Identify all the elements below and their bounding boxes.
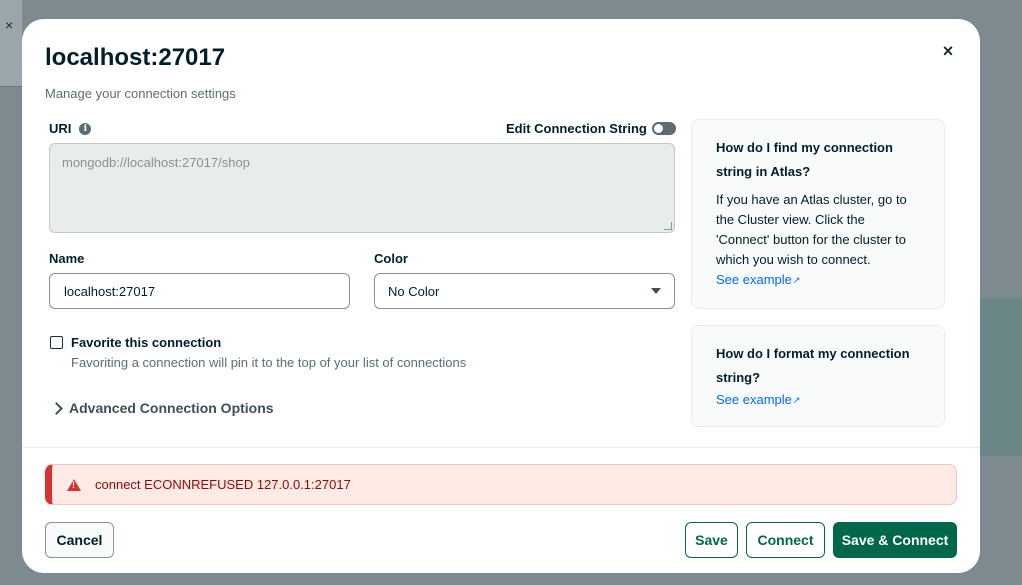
favorite-description: Favoriting a connection will pin it to t… bbox=[71, 355, 467, 370]
name-label: Name bbox=[49, 251, 85, 266]
help-card-format: How do I format my connection string? Se… bbox=[691, 325, 945, 427]
background-app-panel-right bbox=[980, 298, 1022, 456]
modal-subtitle: Manage your connection settings bbox=[45, 86, 236, 101]
see-example-label: See example bbox=[716, 272, 792, 287]
error-banner: connect ECONNREFUSED 127.0.0.1:27017 bbox=[45, 464, 957, 505]
connection-modal: × localhost:27017 Manage your connection… bbox=[22, 19, 980, 573]
favorite-label[interactable]: Favorite this connection bbox=[71, 335, 221, 350]
favorite-checkbox[interactable] bbox=[50, 336, 63, 349]
cancel-button[interactable]: Cancel bbox=[45, 522, 114, 558]
advanced-options-toggle[interactable]: Advanced Connection Options bbox=[50, 400, 274, 416]
uri-label-row: URI i bbox=[49, 121, 92, 136]
advanced-options-label: Advanced Connection Options bbox=[69, 400, 274, 416]
edit-connection-string-toggle-row: Edit Connection String bbox=[506, 121, 676, 136]
color-label: Color bbox=[374, 251, 408, 266]
uri-label: URI bbox=[49, 121, 72, 136]
resize-grip-icon[interactable] bbox=[664, 222, 672, 230]
external-link-icon: ↗ bbox=[792, 395, 801, 405]
info-icon[interactable]: i bbox=[79, 122, 92, 135]
chevron-right-icon bbox=[50, 401, 63, 415]
color-select[interactable]: No Color bbox=[374, 273, 675, 309]
chevron-down-icon bbox=[651, 288, 661, 294]
connect-button[interactable]: Connect bbox=[746, 522, 825, 558]
save-button[interactable]: Save bbox=[685, 522, 738, 558]
external-link-icon: ↗ bbox=[792, 275, 801, 285]
help-card-title: How do I find my connection string in At… bbox=[716, 140, 893, 179]
color-select-value: No Color bbox=[388, 283, 440, 299]
see-example-link[interactable]: See example ↗ bbox=[716, 390, 800, 410]
background-app-panel: × bbox=[0, 0, 22, 87]
modal-title: localhost:27017 bbox=[45, 44, 226, 71]
footer-divider bbox=[22, 447, 980, 448]
see-example-link[interactable]: See example ↗ bbox=[716, 270, 800, 290]
help-card-title: How do I format my connection string? bbox=[716, 346, 910, 385]
uri-textarea[interactable]: mongodb://localhost:27017/shop bbox=[49, 143, 675, 233]
see-example-label: See example bbox=[716, 392, 792, 407]
save-and-connect-button[interactable]: Save & Connect bbox=[833, 522, 957, 558]
close-icon[interactable]: × bbox=[938, 41, 958, 61]
help-card-body: If you have an Atlas cluster, go to the … bbox=[716, 192, 907, 267]
uri-value: mongodb://localhost:27017/shop bbox=[62, 155, 250, 170]
help-card-atlas: How do I find my connection string in At… bbox=[691, 119, 945, 309]
error-message: connect ECONNREFUSED 127.0.0.1:27017 bbox=[95, 477, 351, 492]
name-input[interactable] bbox=[49, 273, 350, 309]
warning-icon bbox=[67, 478, 81, 491]
background-close-icon[interactable]: × bbox=[5, 17, 13, 33]
edit-connection-string-label: Edit Connection String bbox=[506, 121, 647, 136]
edit-connection-string-toggle[interactable] bbox=[651, 122, 676, 135]
